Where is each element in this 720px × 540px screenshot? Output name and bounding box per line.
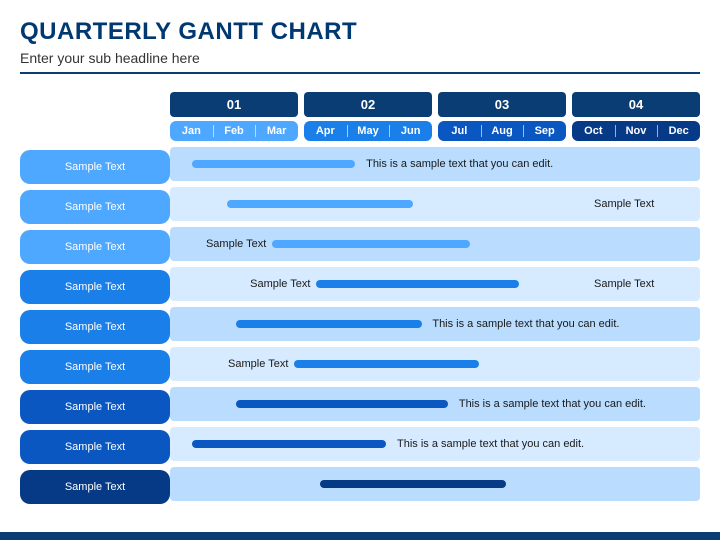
quarter-months: OctNovDec: [572, 121, 700, 141]
month-cell: Feb: [213, 121, 256, 141]
task-label-column: Sample Text Sample Text Sample Text Sample …: [20, 92, 170, 510]
quarter-cell: 02: [304, 92, 432, 117]
gantt-row: Sample Text: [170, 227, 700, 261]
gantt-row: This is a sample text that you can edit.: [170, 307, 700, 341]
gantt-row: Sample Text Sample Text: [170, 267, 700, 301]
month-cell: Aug: [481, 121, 524, 141]
row-annotation: This is a sample text that you can edit.: [459, 398, 646, 410]
quarter-header-row: 01020304: [170, 92, 700, 117]
gantt-bar: [236, 320, 422, 328]
task-label: Sample Text: [20, 470, 170, 504]
title-rule: [20, 72, 700, 74]
month-cell: May: [347, 121, 390, 141]
month-cell: Oct: [572, 121, 615, 141]
gantt-row: This is a sample text that you can edit.: [170, 387, 700, 421]
task-label: Sample Text: [20, 190, 170, 224]
row-annotation: This is a sample text that you can edit.: [366, 158, 553, 170]
gantt-chart: Sample TextSample TextSample TextSample …: [20, 92, 700, 510]
task-label: Sample Text: [20, 390, 170, 424]
gantt-row: [170, 467, 700, 501]
month-cell: Jan: [170, 121, 213, 141]
page-title: Quarterly Gantt Chart: [20, 18, 700, 46]
row-annotation: This is a sample text that you can edit.: [432, 318, 619, 330]
quarter-cell: 03: [438, 92, 566, 117]
gantt-bar: [294, 360, 480, 368]
quarter-months: AprMayJun: [304, 121, 432, 141]
task-label: Sample Text: [20, 310, 170, 344]
row-annotation: Sample Text: [206, 238, 266, 250]
timeline-column: 01020304 JanFebMar AprMayJun JulAugSep OctN…: [170, 92, 700, 510]
gantt-bar: [320, 480, 506, 488]
gantt-row: This is a sample text that you can edit.: [170, 147, 700, 181]
footer-band: [0, 532, 720, 540]
row-annotation: Sample Text: [228, 358, 288, 370]
gantt-bar: [227, 200, 413, 208]
gantt-row: Sample Text: [170, 187, 700, 221]
page-subtitle: Enter your sub headline here: [20, 50, 700, 66]
month-cell: Apr: [304, 121, 347, 141]
month-cell: Dec: [657, 121, 700, 141]
month-header-row: JanFebMar AprMayJun JulAugSep OctNovDec: [170, 121, 700, 141]
month-cell: Jul: [438, 121, 481, 141]
quarter-cell: 01: [170, 92, 298, 117]
gantt-bar: [192, 160, 355, 168]
task-label: Sample Text: [20, 150, 170, 184]
month-cell: Nov: [615, 121, 658, 141]
task-label: Sample Text: [20, 270, 170, 304]
gantt-bar: [272, 240, 471, 248]
gantt-bar: [192, 440, 386, 448]
task-label: Sample Text: [20, 350, 170, 384]
gantt-bar: [316, 280, 519, 288]
row-annotation: Sample Text: [594, 198, 654, 210]
gantt-row: Sample Text: [170, 347, 700, 381]
gantt-bar: [236, 400, 448, 408]
month-cell: Mar: [255, 121, 298, 141]
quarter-cell: 04: [572, 92, 700, 117]
task-label: Sample Text: [20, 430, 170, 464]
gantt-row: This is a sample text that you can edit.: [170, 427, 700, 461]
row-annotation: Sample Text: [250, 278, 310, 290]
row-annotation: Sample Text: [594, 278, 654, 290]
month-cell: Sep: [523, 121, 566, 141]
month-cell: Jun: [389, 121, 432, 141]
quarter-months: JanFebMar: [170, 121, 298, 141]
gantt-rows: This is a sample text that you can edit.…: [170, 147, 700, 501]
quarter-months: JulAugSep: [438, 121, 566, 141]
row-annotation: This is a sample text that you can edit.: [397, 438, 584, 450]
task-label: Sample Text: [20, 230, 170, 264]
